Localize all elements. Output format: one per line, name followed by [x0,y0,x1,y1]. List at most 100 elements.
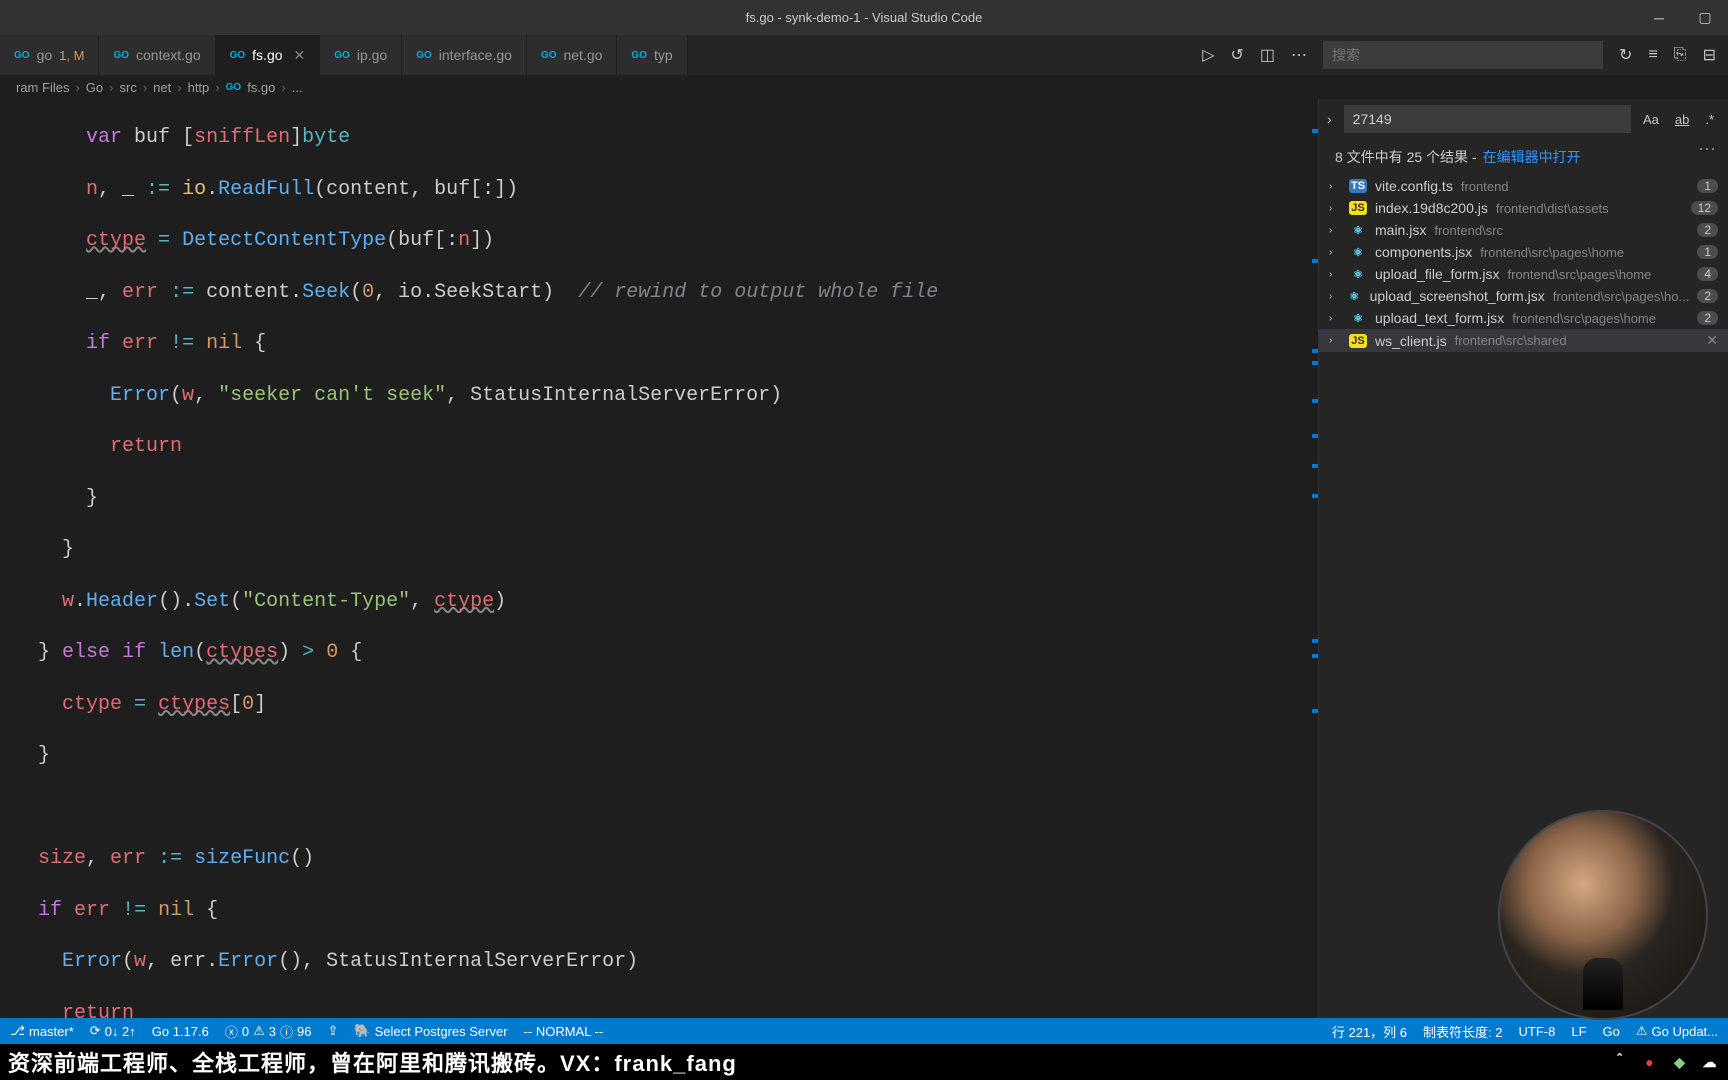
chevron-right-icon: › [1329,291,1339,302]
tab-net[interactable]: GO net.go [527,35,618,75]
port-icon[interactable]: ⇪ [328,1023,339,1039]
chevron-up-icon[interactable]: ＾ [1610,1052,1630,1072]
chevron-right-icon[interactable]: › [1323,107,1336,131]
file-type-icon: JS [1349,334,1367,348]
go-version[interactable]: Go 1.17.6 [152,1024,209,1039]
match-case-toggle[interactable]: Aa [1639,110,1663,129]
file-name: upload_screenshot_form.jsx [1370,288,1545,304]
split-icon[interactable]: ◫ [1260,45,1275,65]
chevron-right-icon: › [1329,247,1341,258]
chevron-right-icon: › [1329,225,1341,236]
problems[interactable]: ⓧ 0 ⚠ 3 ⓘ 96 [225,1022,312,1041]
minimize-button[interactable]: ─ [1636,0,1682,35]
file-name: upload_file_form.jsx [1375,266,1500,282]
close-icon[interactable]: ✕ [1706,332,1718,349]
search-result-file[interactable]: ›⚛upload_file_form.jsx frontend\src\page… [1319,263,1728,285]
match-count-badge: 2 [1697,289,1718,303]
file-name: index.19d8c200.js [1375,200,1488,216]
search-result-file[interactable]: ›⚛upload_text_form.jsx frontend\src\page… [1319,307,1728,329]
search-result-file[interactable]: › ⚛ upload_screenshot_form.jsx frontend\sr… [1319,285,1728,307]
maximize-button[interactable]: ▢ [1682,0,1728,35]
window-title: fs.go - synk-demo-1 - Visual Studio Code [746,10,983,25]
new-file-icon[interactable]: ⎘ [1674,46,1687,64]
go-icon: GO [541,50,557,61]
file-type-icon: ⚛ [1349,311,1367,326]
file-name: vite.config.ts [1375,178,1453,194]
search-query-input[interactable] [1344,105,1631,133]
tab-go[interactable]: GO go 1, M [0,35,99,75]
go-icon: GO [416,50,432,61]
tab-size[interactable]: 制表符长度: 2 [1423,1022,1502,1041]
more-icon[interactable]: ⋯ [1698,139,1716,160]
chevron-right-icon: › [1329,181,1341,192]
file-type-icon: ⚛ [1347,289,1362,304]
file-path: frontend\src [1434,223,1503,238]
open-in-editor-link[interactable]: 在编辑器中打开 [1483,147,1581,167]
encoding[interactable]: UTF-8 [1519,1022,1556,1041]
tab-typ[interactable]: GO typ [617,35,687,75]
language-mode[interactable]: Go [1603,1022,1620,1041]
window-controls: ─ ▢ [1636,0,1728,35]
go-icon: GO [230,50,246,61]
panel-search-input[interactable] [1323,41,1603,69]
regex-toggle[interactable]: .* [1701,110,1718,129]
search-result-file[interactable]: › JS ws_client.js frontend\src\shared ✕ [1319,329,1728,352]
file-type-icon: ⚛ [1349,267,1367,282]
file-path: frontend\src\shared [1455,333,1567,348]
match-count-badge: 4 [1697,267,1718,281]
file-name: ws_client.js [1375,333,1447,349]
match-count-badge: 1 [1697,179,1718,193]
go-update[interactable]: ⚠ Go Updat... [1636,1022,1718,1041]
file-path: frontend\src\pages\ho... [1553,289,1690,304]
title-bar: fs.go - synk-demo-1 - Visual Studio Code… [0,0,1728,35]
file-type-icon: ⚛ [1349,245,1367,260]
tab-ip[interactable]: GO ip.go [320,35,402,75]
search-result-file[interactable]: ›JSindex.19d8c200.js frontend\dist\asset… [1319,197,1728,219]
tray-icons: ＾ ● ◆ ☁ [1610,1052,1720,1072]
code-editor[interactable]: var buf [sniffLen]byte n, _ := io.ReadFu… [0,99,1306,1018]
tray-icon[interactable]: ◆ [1670,1052,1690,1072]
cursor-position[interactable]: 行 221，列 6 [1332,1022,1407,1041]
go-icon: GO [631,50,647,61]
go-icon: GO [334,50,350,61]
minimap[interactable] [1306,99,1318,1018]
chevron-right-icon: › [1329,269,1341,280]
more-icon[interactable]: ⋯ [1291,45,1307,65]
file-path: frontend\src\pages\home [1512,311,1656,326]
history-icon[interactable]: ↺ [1231,45,1244,65]
vim-mode: -- NORMAL -- [524,1024,604,1039]
webcam-overlay [1498,810,1708,1020]
search-input-row: › Aa ab .* [1319,99,1728,139]
chevron-right-icon: › [1329,313,1341,324]
eol[interactable]: LF [1571,1022,1586,1041]
postgres-selector[interactable]: 🐘 Select Postgres Server [354,1023,507,1039]
tray-icon[interactable]: ☁ [1700,1052,1720,1072]
tray-icon[interactable]: ● [1640,1052,1660,1072]
go-icon: GO [226,82,242,93]
editor-tabs: GO go 1, M GO context.go GO fs.go ✕ GO i… [0,35,1728,75]
match-count-badge: 2 [1697,223,1718,237]
breadcrumb[interactable]: ram Files› Go› src› net› http› GO fs.go›… [0,75,1728,99]
search-result-file[interactable]: ›⚛components.jsx frontend\src\pages\home… [1319,241,1728,263]
file-type-icon: TS [1349,179,1367,193]
refresh-icon[interactable]: ↻ [1619,45,1632,65]
main-area: var buf [sniffLen]byte n, _ := io.ReadFu… [0,99,1728,1018]
search-result-file[interactable]: ›⚛main.jsx frontend\src2 [1319,219,1728,241]
close-icon[interactable]: ✕ [294,47,306,64]
clear-icon[interactable]: ≡ [1648,46,1657,64]
tab-interface[interactable]: GO interface.go [402,35,527,75]
tab-fs-active[interactable]: GO fs.go ✕ [216,35,321,75]
match-count-badge: 1 [1697,245,1718,259]
collapse-icon[interactable]: ⊟ [1703,45,1716,65]
file-path: frontend\src\pages\home [1480,245,1624,260]
run-icon[interactable]: ▷ [1202,45,1214,65]
go-icon: GO [113,50,129,61]
file-type-icon: JS [1349,201,1367,215]
chevron-right-icon: › [1329,335,1341,346]
match-count-badge: 12 [1691,201,1718,215]
git-sync[interactable]: ⟳ 0↓ 2↑ [90,1023,136,1039]
git-branch[interactable]: ⎇ master* [10,1023,74,1039]
tab-context[interactable]: GO context.go [99,35,215,75]
match-word-toggle[interactable]: ab [1671,110,1693,129]
search-result-file[interactable]: ›TSvite.config.ts frontend1 [1319,175,1728,197]
